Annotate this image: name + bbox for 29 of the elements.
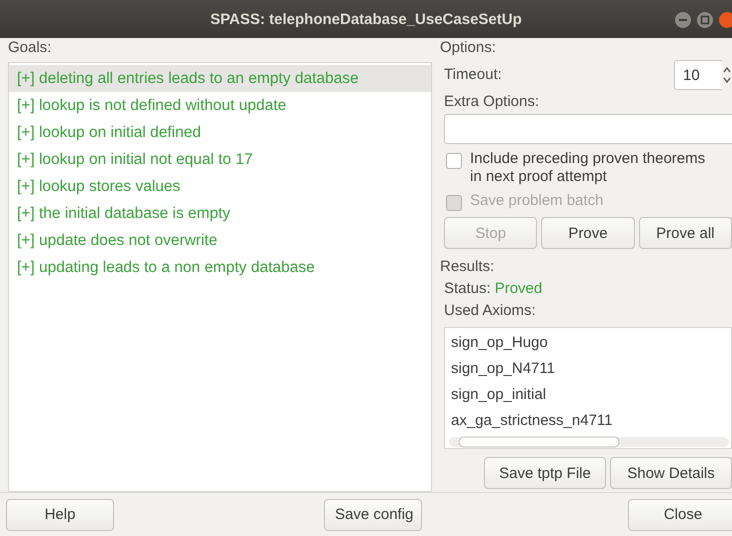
extra-options-field[interactable] [444, 114, 732, 144]
used-axioms-label: Used Axioms: [444, 301, 536, 321]
axiom-item[interactable]: sign_op_initial [451, 382, 725, 408]
maximize-icon[interactable] [696, 11, 714, 29]
checkbox-label: Save problem batch [470, 192, 604, 210]
axiom-item[interactable]: sign_op_Hugo [451, 330, 725, 356]
checkbox[interactable] [446, 153, 462, 169]
footer-button[interactable]: Save config [324, 498, 422, 530]
action-button[interactable]: Prove [541, 217, 635, 249]
footer-button[interactable]: Help [6, 498, 114, 530]
result-button[interactable]: Save tptp File [484, 457, 606, 489]
timeout-field[interactable]: 10 [674, 60, 722, 90]
axiom-item[interactable]: sign_op_N4711 [451, 356, 725, 382]
goals-label: Goals: [8, 38, 52, 58]
close-icon[interactable] [718, 11, 732, 29]
footer-button[interactable]: Close [628, 498, 732, 530]
action-button[interactable]: Prove all [638, 217, 732, 249]
extra-options-label: Extra Options: [444, 92, 540, 112]
results-label: Results: [440, 257, 496, 277]
axiom-item[interactable]: ax_ga_strictness_n4711 [451, 408, 725, 434]
timeout-label: Timeout: [444, 65, 502, 85]
window-title: SPASS: telephoneDatabase_UseCaseSetUp [210, 10, 522, 28]
options-label: Options: [440, 38, 497, 58]
minimize-icon[interactable] [674, 11, 692, 29]
checkbox-label: Include preceding proven theorems in next proof attempt [470, 150, 706, 186]
spin-arrows-icon[interactable] [722, 65, 732, 85]
result-button[interactable]: Show Details [610, 457, 732, 489]
status-value: Proved [494, 279, 542, 299]
status-label: Status: [444, 279, 491, 299]
